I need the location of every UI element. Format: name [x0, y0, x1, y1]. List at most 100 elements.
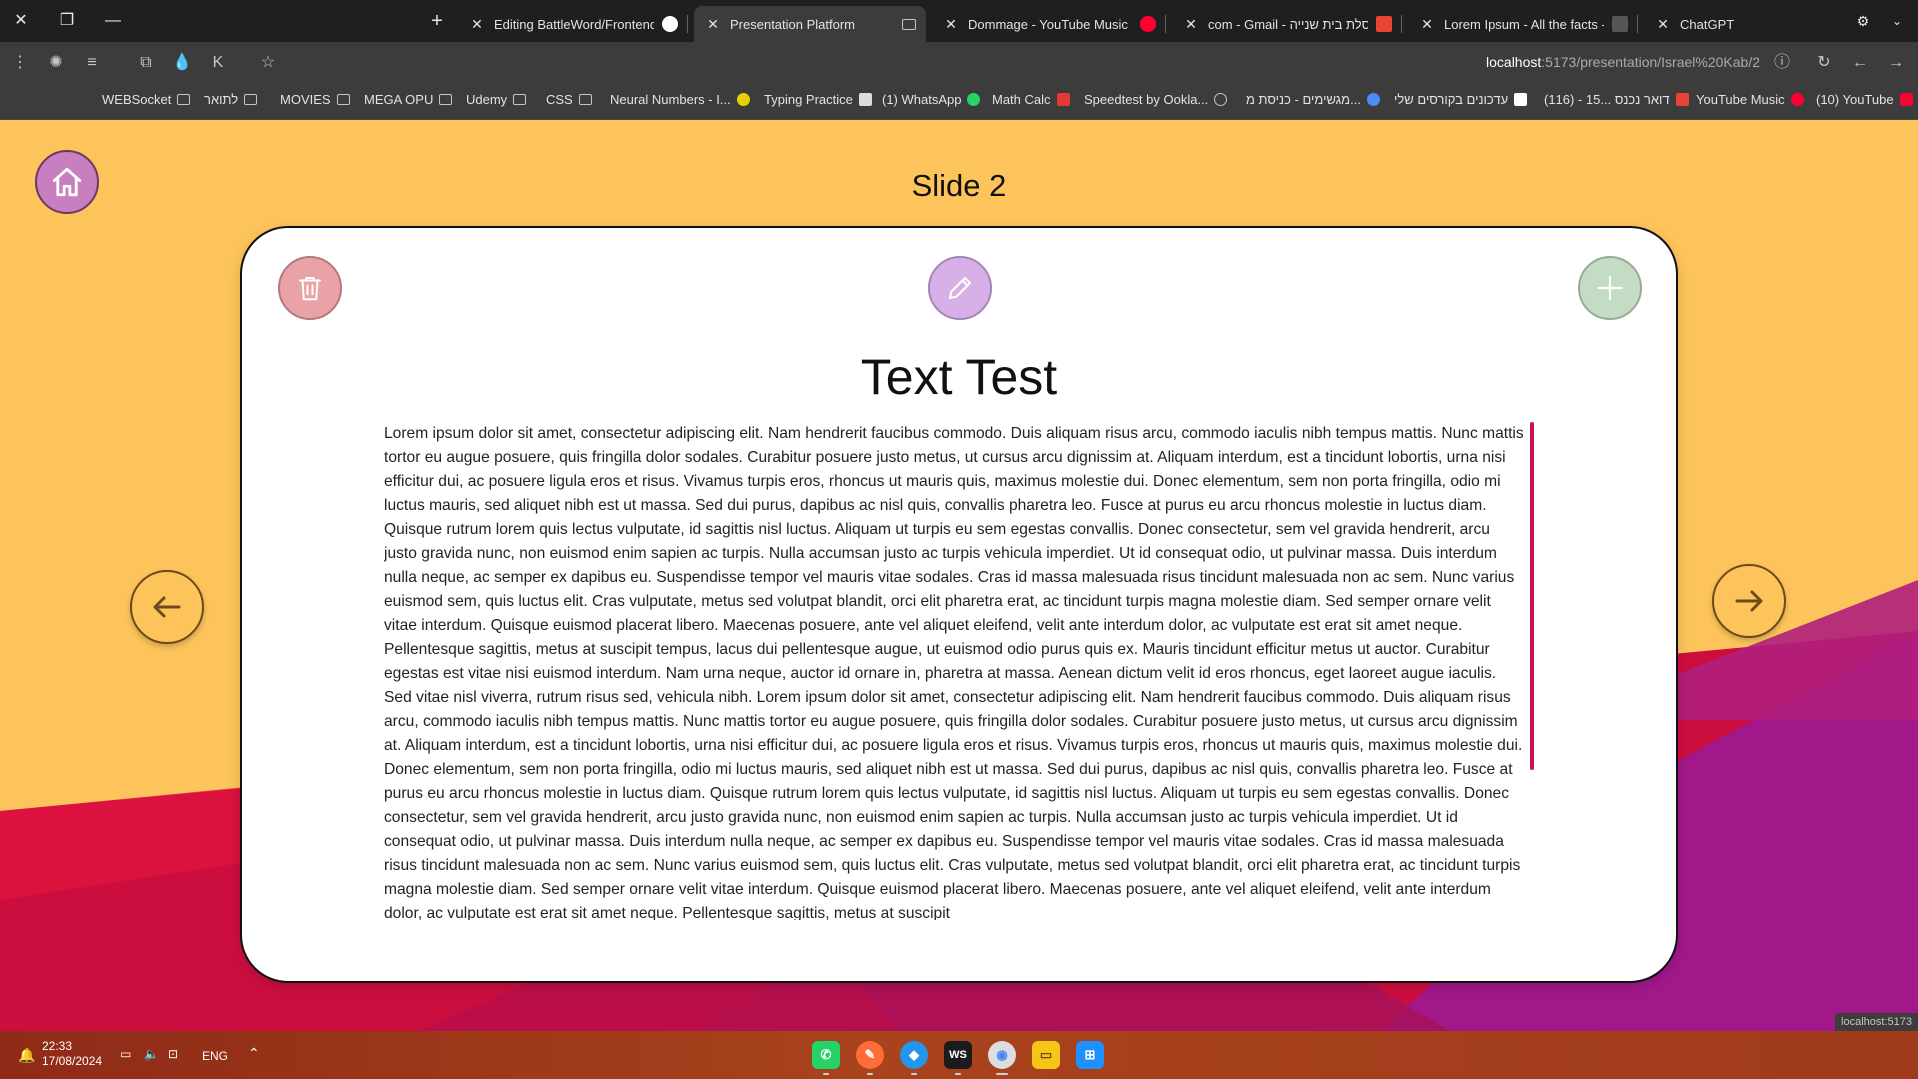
chatgpt-icon[interactable]: ⚙ — [1850, 8, 1876, 34]
bookmark-inbox[interactable]: (116) - 15... דואר נכנס — [1544, 92, 1689, 107]
pencil-icon — [949, 277, 971, 299]
math-calc-icon — [1056, 93, 1070, 106]
close-tab-icon[interactable]: ✕ — [704, 16, 722, 33]
address-bar[interactable]: localhost:5173/presentation/Israel%20Kab… — [1486, 54, 1760, 70]
delete-slide-button[interactable] — [278, 256, 342, 320]
previous-slide-button[interactable] — [130, 570, 204, 644]
whatsapp-icon[interactable]: ✆ — [812, 1041, 840, 1069]
browser-toolbar: ⋮ ✺ ≡ ⧉ 💧 K ☆ localhost:5173/presentatio… — [0, 42, 1918, 84]
folder-icon — [177, 94, 191, 105]
plus-icon — [1597, 275, 1623, 301]
windows-taskbar: 🔔 22:33 17/08/2024 ▭ 🔈 ⊡ ENG ⌃ ✆ ✎ ◆ WS … — [0, 1031, 1918, 1079]
close-window-icon[interactable]: ✕ — [8, 8, 34, 34]
bookmark-folder[interactable]: WEBSocket — [102, 92, 191, 107]
restore-window-icon[interactable]: ❐ — [54, 8, 80, 34]
edit-slide-button[interactable] — [928, 256, 992, 320]
bookmark-neural-numbers[interactable]: Neural Numbers - I... — [610, 92, 750, 107]
bookmark-label: YouTube Music — [1696, 92, 1785, 107]
bookmark-label: Neural Numbers - I... — [610, 92, 731, 107]
add-slide-button[interactable] — [1578, 256, 1642, 320]
youtube-music-icon — [1790, 93, 1804, 106]
bookmark-folder[interactable]: לתואר — [204, 92, 258, 107]
bookmark-whatsapp[interactable]: (1) WhatsApp — [882, 92, 981, 107]
folder-icon — [244, 94, 258, 105]
network-icon[interactable]: ⊡ — [168, 1047, 178, 1061]
tab-title: Dommage - YouTube Music — [968, 16, 1128, 32]
volume-icon[interactable]: 🔈 — [144, 1047, 159, 1061]
chrome-icon[interactable]: ◉ — [988, 1041, 1016, 1069]
bookmark-label: (116) - 15... דואר נכנס — [1544, 92, 1670, 107]
github-icon — [662, 16, 678, 32]
arrow-right-icon — [1735, 590, 1763, 612]
tray-chevron-icon[interactable]: ⌃ — [248, 1045, 260, 1062]
bookmark-magshimim[interactable]: מגשימים - כניסת מ... — [1246, 92, 1380, 107]
tab-youtube-music[interactable]: ✕ Dommage - YouTube Music — [932, 6, 1166, 42]
tab-title: Lorem Ipsum - All the facts - Lip — [1444, 16, 1604, 32]
bookmark-folder[interactable]: MOVIES — [280, 92, 350, 107]
cast-icon[interactable] — [902, 18, 916, 30]
tab-search-chevron-icon[interactable]: ⌄ — [1884, 8, 1910, 34]
webstorm-icon[interactable]: WS — [944, 1041, 972, 1069]
tab-title: com - Gmail - מסלת בית שנייה. — [1208, 16, 1368, 32]
tab-lorem-ipsum[interactable]: ✕ Lorem Ipsum - All the facts - Lip — [1408, 6, 1638, 42]
clock-date: 17/08/2024 — [42, 1054, 103, 1068]
bookmark-folder[interactable]: CSS — [546, 92, 592, 107]
tab-title: Editing BattleWord/Frontend/B — [494, 16, 654, 32]
bookmark-label: MOVIES — [280, 92, 331, 107]
clock[interactable]: 22:33 17/08/2024 — [42, 1039, 102, 1069]
bookmark-math-calc[interactable]: Math Calc — [992, 92, 1070, 107]
bookmark-youtube[interactable]: (10) YouTube — [1816, 92, 1913, 107]
tab-presentation-platform[interactable]: ✕ Presentation Platform — [694, 6, 926, 42]
bookmark-label: WEBSocket — [102, 92, 172, 107]
tab-gmail[interactable]: ✕ com - Gmail - מסלת בית שנייה. — [1172, 6, 1402, 42]
new-tab-icon[interactable]: + — [424, 8, 450, 34]
bookmark-youtube-music[interactable]: YouTube Music — [1696, 92, 1804, 107]
magshimim-icon — [1366, 93, 1380, 106]
bookmark-folder[interactable]: Udemy — [466, 92, 527, 107]
close-tab-icon[interactable]: ✕ — [1182, 16, 1200, 33]
media-controls-icon[interactable]: ≡ — [80, 51, 104, 75]
speedtest-icon — [1214, 93, 1228, 106]
tab-chatgpt[interactable]: ✕ ChatGPT — [1644, 6, 1824, 42]
close-tab-icon[interactable]: ✕ — [468, 16, 486, 33]
bookmark-course-updates[interactable]: עדכונים בקורסים שלי — [1394, 92, 1528, 107]
menu-dots-icon[interactable]: ⋮ — [8, 51, 32, 75]
puzzle-extensions-icon[interactable]: ⧉ — [134, 51, 158, 75]
tab-editing-battleword[interactable]: ✕ Editing BattleWord/Frontend/B — [458, 6, 688, 42]
bookmark-star-icon[interactable]: ☆ — [256, 51, 280, 75]
folder-icon — [439, 94, 453, 105]
bookmark-label: עדכונים בקורסים שלי — [1394, 92, 1509, 107]
battery-icon[interactable]: ▭ — [120, 1047, 131, 1061]
close-tab-icon[interactable]: ✕ — [1654, 16, 1672, 33]
windows-start-icon[interactable]: ⊞ — [1076, 1041, 1104, 1069]
clock-time: 22:33 — [42, 1039, 73, 1053]
whatsapp-icon — [967, 93, 981, 106]
forward-icon[interactable]: → — [1884, 51, 1908, 75]
bookmark-label: Math Calc — [992, 92, 1051, 107]
bookmark-speedtest[interactable]: Speedtest by Ookla... — [1084, 92, 1228, 107]
file-explorer-icon[interactable]: ▭ — [1032, 1041, 1060, 1069]
close-tab-icon[interactable]: ✕ — [1418, 16, 1436, 33]
bookmark-typing-practice[interactable]: Typing Practice — [764, 92, 872, 107]
minimize-window-icon[interactable]: — — [100, 8, 126, 34]
postman-icon[interactable]: ✎ — [856, 1041, 884, 1069]
notification-bell-icon[interactable]: 🔔 — [18, 1047, 35, 1064]
lipsum-icon — [1612, 16, 1628, 32]
site-info-icon[interactable]: ⓘ — [1770, 51, 1794, 75]
back-icon[interactable]: ← — [1848, 51, 1872, 75]
extension-icon[interactable]: ✺ — [44, 51, 68, 75]
reload-icon[interactable]: ↻ — [1812, 51, 1836, 75]
drop-extension-icon[interactable]: 💧 — [170, 51, 194, 75]
neural-numbers-icon — [736, 93, 750, 106]
gmail-icon — [1675, 93, 1689, 106]
k-extension-icon[interactable]: K — [206, 51, 230, 75]
url-path: :5173/presentation/Israel%20Kab/2 — [1541, 54, 1760, 70]
text-scrollbar[interactable] — [1530, 422, 1534, 770]
docker-icon[interactable]: ◆ — [900, 1041, 928, 1069]
next-slide-button[interactable] — [1712, 564, 1786, 638]
text-element-body[interactable]: Lorem ipsum dolor sit amet, consectetur … — [384, 422, 1524, 920]
language-indicator[interactable]: ENG — [202, 1049, 228, 1063]
folder-icon — [578, 94, 592, 105]
bookmark-folder[interactable]: MEGA OPU — [364, 92, 453, 107]
close-tab-icon[interactable]: ✕ — [942, 16, 960, 33]
